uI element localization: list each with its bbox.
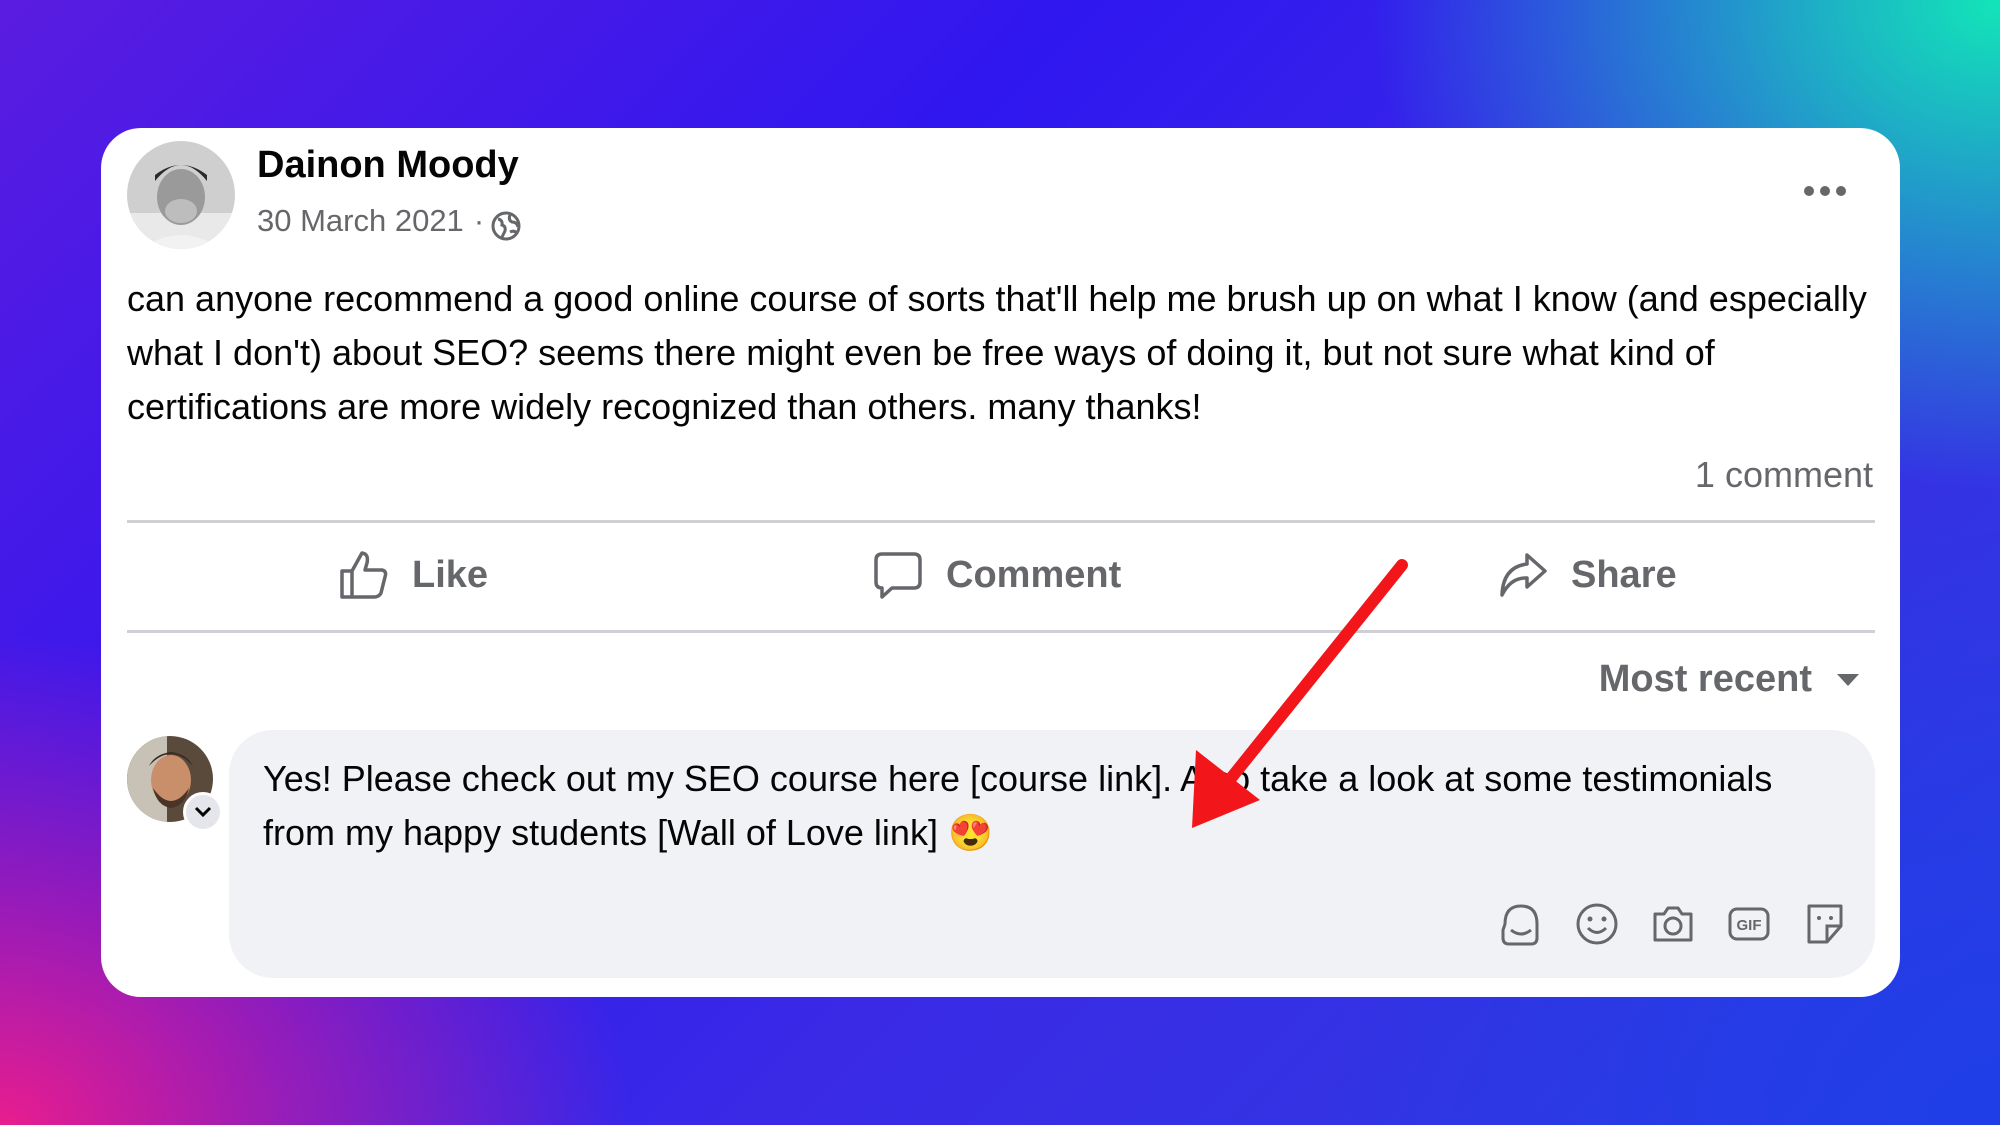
comment-input-box[interactable]: Yes! Please check out my SEO course here… [229,730,1875,978]
divider-bottom [127,630,1875,633]
share-arrow-icon [1500,553,1547,597]
svg-text:GIF: GIF [1737,917,1762,934]
post-text: can anyone recommend a good online cours… [127,278,1867,427]
more-options-icon[interactable] [1800,176,1850,206]
comment-sort-dropdown[interactable]: Most recent [1599,658,1860,701]
emoji-icon[interactable] [1573,900,1621,948]
camera-icon[interactable] [1649,900,1697,948]
chevron-down-icon [194,806,212,818]
post-date[interactable]: 30 March 2021 [257,203,464,239]
comment-text[interactable]: Yes! Please check out my SEO course here… [263,752,1823,860]
thumbs-up-icon [340,551,388,599]
share-label: Share [1571,553,1677,596]
author-avatar[interactable] [127,141,235,249]
like-button[interactable]: Like [338,540,488,610]
sort-label: Most recent [1598,658,1812,700]
globe-icon [491,211,521,241]
meta-separator: · [473,203,485,238]
comment-tools: GIF [1497,900,1849,948]
caret-down-icon [1837,673,1859,686]
divider-top [127,520,1875,523]
post-meta: 30 March 2021 · [257,200,522,242]
speech-bubble-icon [874,552,922,599]
avatar-sticker-icon[interactable] [1497,900,1545,948]
comment-label: Comment [946,553,1122,596]
author-name[interactable]: Dainon Moody [257,144,519,187]
profile-switch-badge[interactable] [183,792,223,832]
sticker-icon[interactable] [1801,900,1849,948]
share-button[interactable]: Share [1497,540,1677,610]
gif-icon[interactable]: GIF [1725,900,1773,948]
comment-count[interactable]: 1 comment [1695,454,1873,496]
post-card: Dainon Moody 30 March 2021 · can anyone … [101,128,1900,997]
like-label: Like [412,553,489,596]
comment-button[interactable]: Comment [872,540,1121,610]
